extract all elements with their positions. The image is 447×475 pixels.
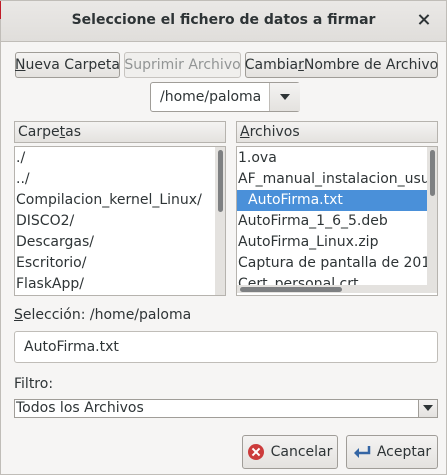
path-dropdown-button[interactable] <box>269 83 300 111</box>
rename-label-post: Nombre de Archivo <box>303 57 439 73</box>
file-item[interactable]: AutoFirma_Linux.zip <box>237 232 427 253</box>
files-vscroll-thumb[interactable] <box>430 150 435 196</box>
folders-column-header[interactable]: Carpetas <box>14 121 226 143</box>
folder-item[interactable]: Descargas/ <box>15 232 215 253</box>
current-path: /home/paloma <box>160 89 262 105</box>
close-icon[interactable] <box>414 10 434 30</box>
files-list[interactable]: 1.ova AF_manual_instalacion_usu AutoFirm… <box>236 146 438 296</box>
title-bar: Seleccione el fichero de datos a firmar <box>1 1 446 42</box>
folders-header-post: as <box>65 124 81 140</box>
folder-item[interactable]: ./ <box>15 148 215 169</box>
cancel-icon <box>247 444 264 460</box>
enter-arrow-icon <box>353 445 371 459</box>
folder-item[interactable]: ../ <box>15 169 215 190</box>
filter-select[interactable]: Todos los Archivos <box>14 399 438 418</box>
file-item[interactable]: AutoFirma_1_6_5.deb <box>237 211 427 232</box>
files-vertical-scrollbar[interactable] <box>427 147 437 285</box>
selection-label-mnemonic: S <box>14 307 23 323</box>
accept-label: Aceptar <box>376 444 432 460</box>
folder-item[interactable]: Compilacion_kernel_Linux/ <box>15 190 215 211</box>
file-item[interactable]: 1.ova <box>237 148 427 169</box>
file-chooser-dialog: Seleccione el fichero de datos a firmar … <box>0 0 447 475</box>
new-folder-button[interactable]: Nueva Carpeta <box>15 52 120 78</box>
accept-button[interactable]: Aceptar <box>346 435 438 469</box>
chevron-down-icon <box>423 405 433 411</box>
folders-scroll-thumb[interactable] <box>218 150 223 212</box>
new-folder-label-post: ueva Carpeta <box>25 57 120 73</box>
delete-file-button[interactable]: Suprimir Archivo <box>124 52 241 78</box>
filter-dropdown-button[interactable] <box>418 400 437 417</box>
folder-item[interactable]: Escritorio/ <box>15 253 215 274</box>
file-item[interactable]: AF_manual_instalacion_usu <box>237 169 430 190</box>
files-header-post: rchivos <box>249 124 300 140</box>
folders-header-pre: Carpe <box>18 124 60 140</box>
folders-list[interactable]: ./ ../ Compilacion_kernel_Linux/ DISCO2/… <box>14 146 226 296</box>
folder-item[interactable]: DISCO2/ <box>15 211 215 232</box>
files-hscroll-thumb[interactable] <box>240 287 342 292</box>
cancel-button[interactable]: Cancelar <box>242 435 338 469</box>
filter-value: Todos los Archivos <box>16 400 144 416</box>
folders-scrollbar[interactable] <box>215 147 225 295</box>
chevron-down-icon <box>280 94 290 100</box>
dialog-title: Seleccione el fichero de datos a firmar <box>71 12 376 28</box>
selection-label: Selección: /home/paloma <box>14 307 191 323</box>
filter-label: Filtro: <box>14 376 54 392</box>
new-folder-mnemonic: N <box>15 57 26 73</box>
cancel-label: Cancelar <box>270 444 333 460</box>
rename-label-pre: Cambia <box>244 57 299 73</box>
rename-file-button[interactable]: Cambia r Nombre de Archivo <box>245 52 438 78</box>
files-header-mnemonic: A <box>240 124 250 140</box>
path-selector[interactable]: /home/paloma <box>150 82 300 112</box>
file-item-selected[interactable]: AutoFirma.txt <box>237 190 427 211</box>
file-item[interactable]: Captura de pantalla de 2019- <box>237 253 437 274</box>
filename-value: AutoFirma.txt <box>24 339 119 355</box>
filename-input[interactable]: AutoFirma.txt <box>14 331 438 363</box>
folder-item[interactable]: FlaskApp/ <box>15 274 215 295</box>
files-column-header[interactable]: Archivos <box>236 121 438 143</box>
files-horizontal-scrollbar[interactable] <box>237 285 437 293</box>
selection-label-post: elección: /home/paloma <box>22 307 192 323</box>
